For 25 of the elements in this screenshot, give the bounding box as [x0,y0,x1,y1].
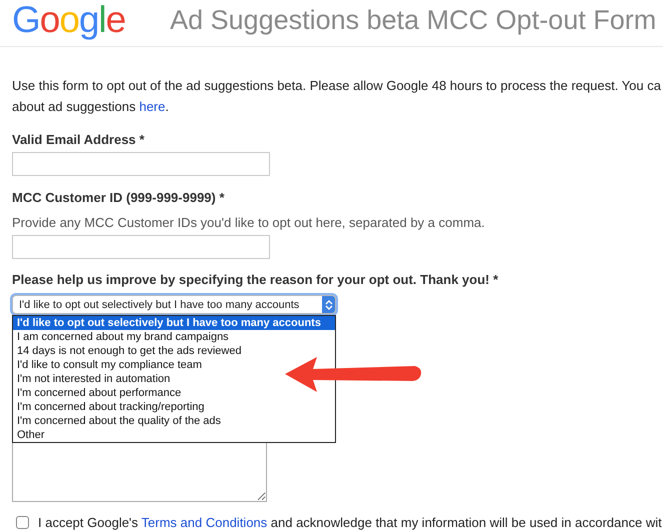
dropdown-option[interactable]: 14 days is not enough to get the ads reviewed [13,344,242,358]
arrow-icon [283,354,423,394]
input-field[interactable] [12,152,270,176]
google-logo: Google [12,0,126,40]
field-label: MCC Customer ID (999-999-9999) * [12,190,226,205]
dropdown-option[interactable]: I'm not interested in automation [13,372,170,386]
dropdown-option[interactable]: I'm concerned about tracking/reporting [13,400,204,414]
dropdown-option[interactable]: I'm concerned about performance [13,386,182,400]
field-label: Please help us improve by specifying the reason for your opt out. Thank you! * [12,272,500,287]
help-text: Provide any MCC Customer IDs you'd like to opt out here, separated by a comma. [12,215,486,230]
page-title: Ad Suggestions beta MCC Opt-out Form [170,4,656,36]
dropdown-arrows-icon [324,298,332,310]
dropdown-option[interactable]: Other [13,428,45,442]
dropdown-option[interactable]: I'd like to opt out selectively but I have too many accounts [13,316,335,330]
intro-text: Use this form to opt out of the ad suggestions beta. Please allow Google 48 hours to process the request. You ca about ad suggestions here. [12,77,662,116]
input-field[interactable] [12,235,270,259]
reason-dropdown[interactable]: I'd like to opt out selectively but I have too many accounts [12,295,336,314]
dropdown-option[interactable]: I'd like to consult my compliance team [13,358,202,372]
terms-link[interactable]: Terms and Conditions [141,515,268,530]
field-label: Valid Email Address * [12,132,146,147]
consent-checkbox[interactable] [16,516,29,529]
dropdown-option[interactable]: I'm concerned about the quality of the ads [13,414,221,428]
consent-text: I accept Google's Terms and Conditions and acknowledge that my information will be used in accordance wit [38,515,662,530]
dropdown-option[interactable]: I am concerned about my brand campaigns [13,330,229,344]
here-link[interactable]: here [139,99,166,114]
